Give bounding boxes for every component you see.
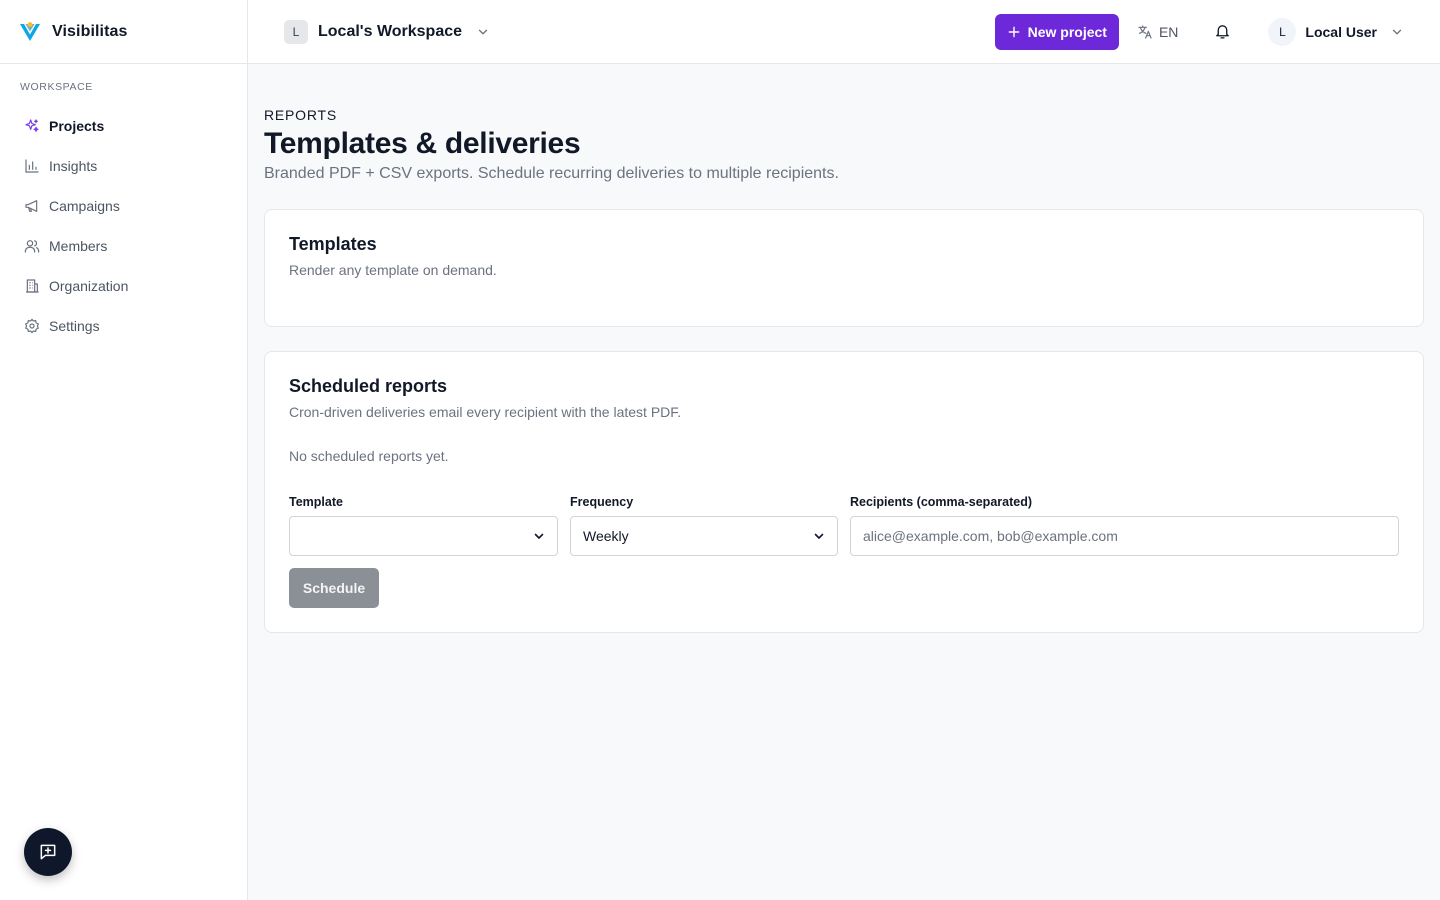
recipients-label: Recipients (comma-separated) [850,495,1033,509]
sidebar-item-label: Campaigns [49,198,120,214]
topbar: L Local's Workspace New project EN L Loc… [248,0,1440,64]
frequency-field: Frequency Weekly [570,495,838,556]
plus-icon [1008,26,1019,37]
building-icon [26,279,39,293]
template-label: Template [289,495,343,509]
chevron-down-icon [534,533,544,539]
sidebar-item-label: Settings [49,318,100,334]
main-content: Reports Templates & deliveries Branded P… [264,64,1424,633]
sidebar-item-projects[interactable]: Projects [12,106,235,146]
templates-card: Templates Render any template on demand. [264,209,1424,327]
feedback-chat-button[interactable] [24,828,72,876]
scheduled-reports-card: Scheduled reports Cron-driven deliveries… [264,351,1424,633]
page-title: Templates & deliveries [264,127,581,160]
sidebar-nav: Projects Insights Campaigns Members Orga… [0,106,247,346]
bar-chart-icon [25,159,39,173]
users-icon [24,240,40,253]
translate-icon [1138,24,1152,39]
page-eyebrow: Reports [264,107,338,123]
page-subtitle: Branded PDF + CSV exports. Schedule recu… [264,165,839,182]
nav-section-label: Workspace [20,81,93,93]
bell-icon [1216,25,1230,39]
frequency-label: Frequency [570,495,634,509]
brand[interactable]: Visibilitas [0,0,247,64]
user-name: Local User [1305,23,1377,40]
sidebar-item-campaigns[interactable]: Campaigns [12,186,235,226]
avatar: L [1268,17,1297,46]
megaphone-icon [25,200,38,212]
brand-name: Visibilitas [52,22,128,40]
message-plus-icon [40,844,56,860]
chevron-down-icon [814,533,824,539]
topbar-actions: New project EN L Local User [994,13,1404,50]
recipients-input[interactable] [850,516,1399,556]
chevron-down-icon [478,29,488,34]
frequency-select-value: Weekly [583,528,629,544]
sidebar-item-label: Insights [49,158,98,174]
chevron-down-icon [1392,29,1402,34]
recipients-field: Recipients (comma-separated) [850,495,1399,556]
schedule-form: Template Frequency Weekly Recipients (co… [289,495,1399,556]
user-menu[interactable]: L Local User [1268,17,1404,46]
new-project-label: New project [1027,23,1107,40]
scheduled-card-title: Scheduled reports [289,376,448,396]
notifications-button[interactable] [1214,23,1231,40]
visibilitas-logo-icon [18,20,42,44]
sidebar-item-insights[interactable]: Insights [12,146,235,186]
template-field: Template [289,495,558,556]
empty-state-text: No scheduled reports yet. [289,448,449,464]
scheduled-card-subtitle: Cron-driven deliveries email every recip… [289,404,682,420]
gear-icon [25,318,39,334]
sidebar-item-label: Members [49,238,108,254]
sidebar: Visibilitas Workspace Projects Insights … [0,0,248,900]
workspace-name: Local's Workspace [318,22,463,40]
frequency-select[interactable]: Weekly [570,516,838,556]
sidebar-item-label: Organization [49,278,129,294]
sidebar-item-label: Projects [49,118,105,134]
language-switcher[interactable]: EN [1137,24,1178,40]
template-select[interactable] [289,516,558,556]
templates-card-title: Templates [289,234,377,254]
sparkles-icon [25,119,39,132]
workspace-switcher[interactable]: L Local's Workspace [284,19,490,44]
workspace-avatar: L [284,19,308,44]
sidebar-item-organization[interactable]: Organization [12,266,235,306]
new-project-button[interactable]: New project [994,13,1119,50]
language-code: EN [1158,23,1179,40]
schedule-button[interactable]: Schedule [289,568,379,608]
sidebar-item-settings[interactable]: Settings [12,306,235,346]
sidebar-item-members[interactable]: Members [12,226,235,266]
templates-card-subtitle: Render any template on demand. [289,262,497,278]
